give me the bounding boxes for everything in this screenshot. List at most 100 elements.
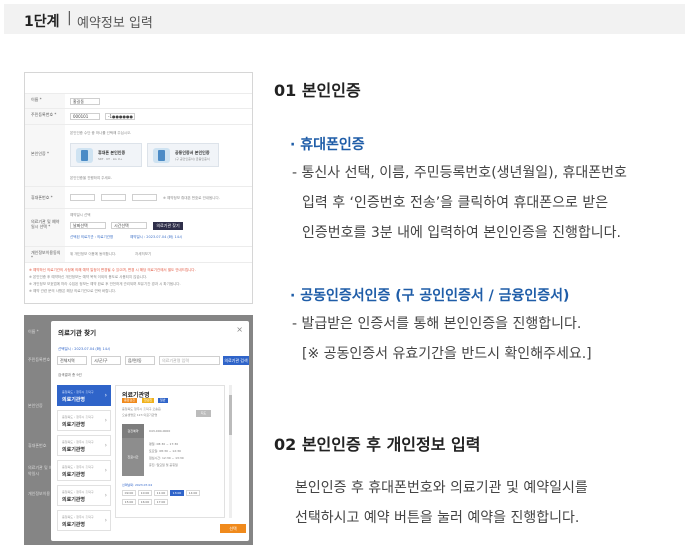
map-button[interactable]: 지도 <box>196 410 211 417</box>
time-slot[interactable]: 17:00 <box>154 499 168 505</box>
phone-input-3[interactable] <box>132 194 157 201</box>
hospital-search-button[interactable]: 의료기관 검색 <box>223 356 249 365</box>
chevron-right-icon: › <box>104 442 107 449</box>
selected-date: 예약일시 : 2023.07.04 (화) 14시 <box>130 235 183 239</box>
list-item-region: 충청북도 › 청주시 흥덕구 <box>62 490 94 494</box>
bg-label: 의료기관 및 예약일시 <box>28 465 53 476</box>
step-bar: 1단계 | 예약정보 입력 <box>4 4 685 34</box>
cert-auth-card[interactable]: 공동인증서 본인인증 (구 공인인증서) 금융인증서 <box>147 143 219 167</box>
phone-input-1[interactable] <box>70 194 95 201</box>
consent-detail-link[interactable]: 자세히보기 <box>135 252 151 257</box>
hospital-search-input[interactable]: 의료기관명 입력 <box>159 356 220 365</box>
list-item-region: 충청북도 › 청주시 흥덕구 <box>62 465 94 469</box>
step-title: 예약정보 입력 <box>77 16 153 31</box>
list-item[interactable]: 충청북도 › 청주시 흥덕구 의료기관명 › <box>57 385 111 406</box>
desc-line: 본인인증 후 휴대폰번호와 의료기관 및 예약일시를 <box>295 480 588 496</box>
bg-label: 주민등록번호 <box>28 357 51 362</box>
modal-title: 의료기관 찾기 <box>58 329 97 337</box>
list-item-name: 의료기관명 <box>62 497 86 503</box>
list-item-name: 의료기관명 <box>62 422 86 428</box>
rrn-back-input[interactable]: -1●●●●●● <box>105 113 135 120</box>
booking-block: 검진예약 <box>122 424 144 438</box>
notice-4: ※ 예약 관련 문의 사항은 해당 의료기관으로 연락 바랍니다. <box>29 289 117 293</box>
bg-label: 개인정보이용 <box>28 491 51 496</box>
name-label: 이름 * <box>25 94 65 108</box>
phone-label: 휴대폰번호 * <box>25 187 65 208</box>
consent-checkbox[interactable]: 위 개인정보 이용에 동의합니다. <box>70 252 116 257</box>
auth-note: 본인인증을 진행하여 주세요. <box>70 176 112 180</box>
consent-label: 개인정보이용동의 * <box>25 247 65 262</box>
time-slot[interactable]: 16:00 <box>138 499 152 505</box>
bg-label: 본인인증 <box>28 403 43 408</box>
bullet: · <box>290 288 296 304</box>
personal-info-desc: 본인인증 후 휴대폰번호와 의료기관 및 예약일시를 선택하시고 예약 버튼을 … <box>295 473 588 533</box>
mobile-auth-title: 휴대폰 본인인증 <box>98 150 126 155</box>
step-separator: | <box>67 10 72 26</box>
time-slot[interactable]: 15:00 <box>122 499 136 505</box>
notice-2: ※ 본인인증 후 예약하신 개인정보는 예약 목적 이외의 용도로 사용되지 않… <box>29 275 148 279</box>
list-item[interactable]: 충청북도 › 청주시 흥덕구 의료기관명 › <box>57 485 111 506</box>
rrn-label: 주민등록번호 * <box>25 109 65 124</box>
list-item[interactable]: 충청북도 › 청주시 흥덕구 의료기관명 › <box>57 410 111 431</box>
cert-auth-sub: (구 공인인증서) 금융인증서 <box>175 157 210 161</box>
region-select[interactable]: 전체지역 <box>57 356 87 365</box>
list-item[interactable]: 충청북도 › 청주시 흥덕구 의료기관명 › <box>57 435 111 456</box>
form-screenshot: 이름 * 홍길동 주민등록번호 * 000101 -1●●●●●● 본인인증 *… <box>24 72 253 304</box>
bg-label: 휴대폰번호 <box>28 443 47 448</box>
modal-screenshot: 이름 * 주민등록번호 본인인증 휴대폰번호 의료기관 및 예약일시 개인정보이… <box>24 315 253 545</box>
mobile-auth-card[interactable]: 휴대폰 본인인증 SKT · KT · LG U+ <box>70 143 142 167</box>
time-slot[interactable]: 11:00 <box>154 490 168 496</box>
desc-line: - 통신사 선택, 이름, 주민등록번호(생년월일), 휴대폰번호 <box>292 165 627 181</box>
desc-line: 선택하시고 예약 버튼을 눌러 예약을 진행합니다. <box>295 510 580 526</box>
detail-tag: 암검진 <box>142 398 155 403</box>
cert-auth-heading-text: 공동인증서인증 (구 공인인증서 / 금융인증서) <box>300 288 570 304</box>
name-input[interactable]: 홍길동 <box>70 98 100 105</box>
hospital-detail-panel: 의료기관명 종합검진 암검진 일반 충청북도 청주시 흥덕구 오송읍 오송생명로… <box>115 385 225 518</box>
hours-block: 진료시간 <box>122 438 144 476</box>
find-hospital-button[interactable]: 의료기관 찾기 <box>153 222 183 230</box>
mobile-auth-heading: · 휴대폰인증 <box>290 134 365 154</box>
result-count: 검색결과 총 9건 <box>58 373 82 377</box>
cert-auth-heading: · 공동인증서인증 (구 공인인증서 / 금융인증서) <box>290 285 569 305</box>
desc-line: 인증번호를 3분 내에 입력하여 본인인증을 진행합니다. <box>302 225 621 241</box>
time-slot[interactable]: 14:00 <box>186 490 200 496</box>
confirm-button[interactable]: 선택 <box>220 524 246 533</box>
time-select[interactable]: 시간선택 <box>111 222 147 229</box>
time-slot[interactable]: 10:00 <box>138 490 152 496</box>
detail-scrollbar[interactable] <box>229 385 232 518</box>
list-item-name: 의료기관명 <box>62 447 86 453</box>
section-title-personal-info: 02 본인인증 후 개인정보 입력 <box>274 435 481 454</box>
time-slot-selected[interactable]: 13:00 <box>170 490 184 496</box>
notice-1: ※ 예약하신 의료기관의 사정에 의해 예약 일정이 변경될 수 있으며, 변경… <box>29 268 196 272</box>
list-item-region: 충청북도 › 청주시 흥덕구 <box>62 440 94 444</box>
detail-hours: 토요일: 08:30 ~ 12:30 <box>149 449 181 453</box>
close-icon[interactable]: × <box>236 325 243 334</box>
auth-guide: 본인인증 수단 중 하나를 선택해 주십시오. <box>70 131 132 135</box>
mobile-auth-desc: - 통신사 선택, 이름, 주민등록번호(생년월일), 휴대폰번호 입력 후 ‘… <box>292 158 627 248</box>
bullet: · <box>290 137 296 153</box>
time-slot[interactable]: 09:00 <box>122 490 136 496</box>
detail-hours: 평일: 08:30 ~ 17:30 <box>149 442 179 446</box>
desc-line: [※ 공동인증서 유효기간을 반드시 확인해주세요.] <box>302 346 592 362</box>
form-row-rrn: 주민등록번호 * 000101 -1●●●●●● <box>25 109 252 125</box>
detail-address-2: 오송생명로 123 의료기관명 <box>122 413 158 417</box>
list-item[interactable]: 충청북도 › 청주시 흥덕구 의료기관명 › <box>57 510 111 531</box>
hospital-search-modal: 의료기관 찾기 × 선택일시 : 2023.07.04 (화) 14시 전체지역… <box>51 321 249 541</box>
list-item[interactable]: 충청북도 › 청주시 흥덕구 의료기관명 › <box>57 460 111 481</box>
detail-date-label: 선택날짜: 2023.07.04 <box>122 483 153 487</box>
rrn-front-input[interactable]: 000101 <box>70 113 100 120</box>
desc-line: 입력 후 ‘인증번호 전송’을 클릭하여 휴대폰으로 받은 <box>302 195 609 211</box>
city-select[interactable]: 시/군/구 <box>91 356 121 365</box>
date-select[interactable]: 날짜선택 <box>70 222 106 229</box>
selected-hospital: 선택된 의료기관 : 의료기관명 <box>70 235 114 239</box>
chevron-right-icon: › <box>104 517 107 524</box>
detail-tag: 종합검진 <box>122 398 138 403</box>
desc-line: - 발급받은 인증서를 통해 본인인증을 진행합니다. <box>292 316 582 332</box>
phone-input-2[interactable] <box>101 194 126 201</box>
hospital-label: 의료기관 및 예약일시 선택 * <box>25 209 65 246</box>
consent-text: 위 개인정보 이용에 동의합니다. <box>70 252 117 256</box>
chevron-right-icon: › <box>104 492 107 499</box>
chevron-right-icon: › <box>104 467 107 474</box>
town-select[interactable]: 읍/면/동 <box>125 356 155 365</box>
chevron-right-icon: › <box>104 417 107 424</box>
